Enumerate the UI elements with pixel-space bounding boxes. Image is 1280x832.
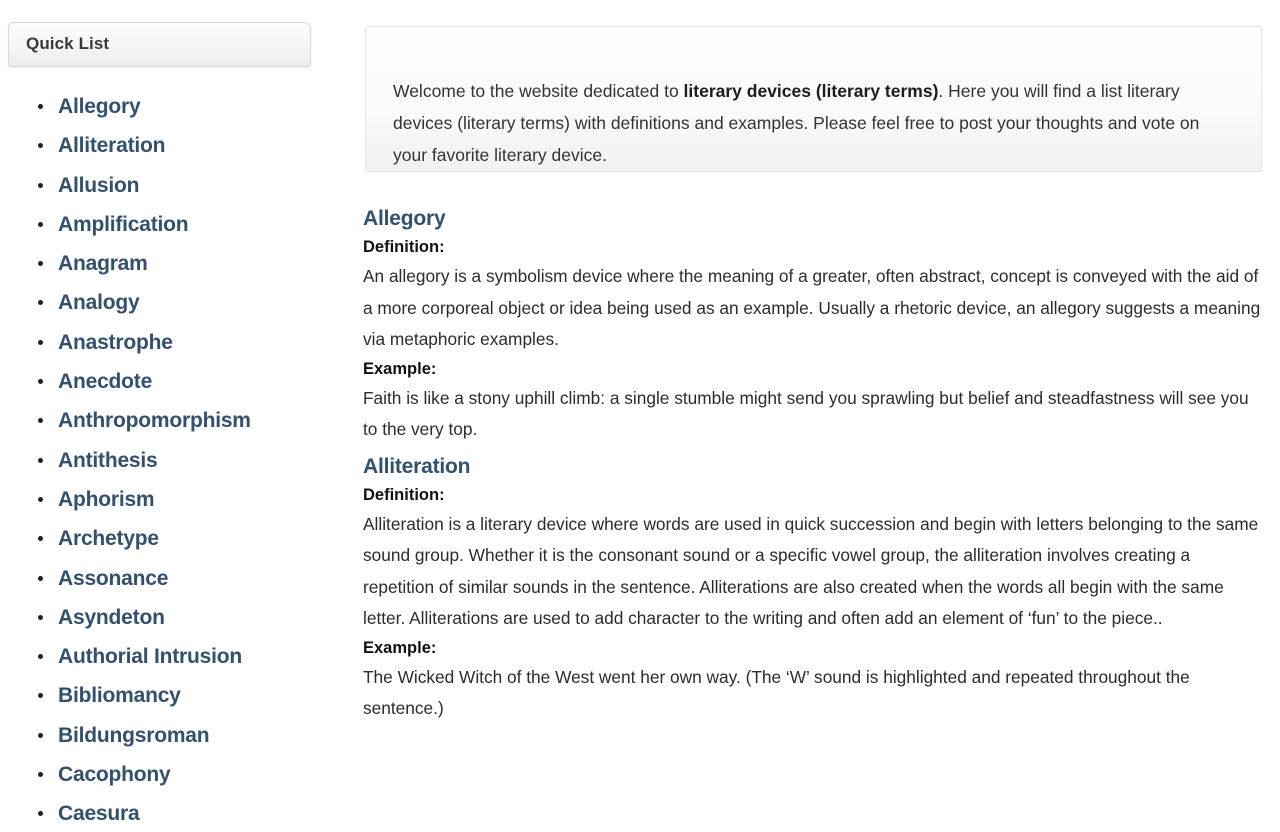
sidebar-item-assonance[interactable]: Assonance xyxy=(58,560,168,597)
page-title-alliteration: Alliteration xyxy=(363,454,471,478)
bullet-icon xyxy=(38,575,43,581)
sidebar-item-archetype[interactable]: Archetype xyxy=(58,520,159,557)
list-item[interactable]: Allegory xyxy=(0,88,330,127)
list-item[interactable]: Anagram xyxy=(0,245,330,284)
sidebar-item-anthropomorphism[interactable]: Anthropomorphism xyxy=(58,402,251,439)
sidebar-item-authorial-intrusion[interactable]: Authorial Intrusion xyxy=(58,638,242,675)
sidebar-item-bildungsroman[interactable]: Bildungsroman xyxy=(58,717,210,754)
quick-list: Allegory Alliteration Allusion Amplifica… xyxy=(0,88,330,832)
main-content: Welcome to the website dedicated to lite… xyxy=(345,0,1280,832)
example-text-alliteration: The Wicked Witch of the West went her ow… xyxy=(363,666,1190,719)
list-item[interactable]: Authorial Intrusion xyxy=(0,638,330,677)
sidebar-item-cacophony[interactable]: Cacophony xyxy=(58,756,171,793)
quick-list-header-panel: Quick List xyxy=(8,22,311,67)
list-item[interactable]: Antithesis xyxy=(0,442,330,481)
sidebar-item-anagram[interactable]: Anagram xyxy=(58,245,148,282)
definition-label-allegory: Definition: xyxy=(363,238,445,256)
list-item[interactable]: Allusion xyxy=(0,167,330,206)
list-item[interactable]: Anecdote xyxy=(0,363,330,402)
sidebar-item-antithesis[interactable]: Antithesis xyxy=(58,442,158,479)
sidebar-item-alliteration[interactable]: Alliteration xyxy=(58,127,165,164)
bullet-icon xyxy=(38,496,43,502)
bullet-icon xyxy=(38,418,43,424)
bullet-icon xyxy=(38,693,43,699)
list-item[interactable]: Alliteration xyxy=(0,127,330,166)
list-item[interactable]: Aphorism xyxy=(0,481,330,520)
example-label-alliteration: Example: xyxy=(363,638,437,657)
sidebar-item-anastrophe[interactable]: Anastrophe xyxy=(58,324,173,361)
quick-list-title: Quick List xyxy=(26,34,110,53)
welcome-text-emphasis: literary devices (literary terms) xyxy=(683,80,939,101)
bullet-icon xyxy=(38,732,43,738)
bullet-icon xyxy=(38,261,43,267)
sidebar-item-allegory[interactable]: Allegory xyxy=(58,88,141,125)
welcome-banner: Welcome to the website dedicated to lite… xyxy=(365,26,1262,172)
bullet-icon xyxy=(38,300,43,306)
page-title-allegory: Allegory xyxy=(363,207,446,230)
sidebar-item-aphorism[interactable]: Aphorism xyxy=(58,481,155,518)
bullet-icon xyxy=(38,143,43,149)
list-item[interactable]: Anastrophe xyxy=(0,324,330,363)
sidebar-item-bibliomancy[interactable]: Bibliomancy xyxy=(58,677,181,714)
sidebar-item-anecdote[interactable]: Anecdote xyxy=(58,363,152,400)
definition-label-alliteration: Definition: xyxy=(363,485,445,504)
bullet-icon xyxy=(38,536,43,542)
sidebar: Quick List Allegory Alliteration Allusio… xyxy=(0,0,345,832)
list-item[interactable]: Cacophony xyxy=(0,756,330,795)
list-item[interactable]: Anthropomorphism xyxy=(0,402,330,441)
sidebar-item-allusion[interactable]: Allusion xyxy=(58,167,139,204)
sidebar-item-asyndeton[interactable]: Asyndeton xyxy=(58,599,165,636)
list-item[interactable]: Archetype xyxy=(0,520,330,559)
bullet-icon xyxy=(38,811,43,817)
article: Allegory Definition: An allegory is a sy… xyxy=(363,204,1263,725)
welcome-text: Welcome to the website dedicated to lite… xyxy=(393,75,1231,171)
list-item[interactable]: Bildungsroman xyxy=(0,717,330,756)
definition-text-alliteration: Alliteration is a literary device where … xyxy=(363,513,1259,629)
bullet-icon xyxy=(38,182,43,188)
bullet-icon xyxy=(38,104,43,109)
bullet-icon xyxy=(38,379,43,385)
bullet-icon xyxy=(38,457,43,463)
list-item[interactable]: Bibliomancy xyxy=(0,677,330,716)
list-item[interactable]: Amplification xyxy=(0,206,330,245)
list-item[interactable]: Assonance xyxy=(0,560,330,599)
sidebar-item-analogy[interactable]: Analogy xyxy=(58,284,140,321)
list-item[interactable]: Caesura xyxy=(0,795,330,832)
bullet-icon xyxy=(38,614,43,620)
list-item[interactable]: Analogy xyxy=(0,284,330,323)
definition-text-allegory: An allegory is a symbolism device where … xyxy=(363,266,1261,349)
sidebar-item-caesura[interactable]: Caesura xyxy=(58,795,140,832)
list-item[interactable]: Asyndeton xyxy=(0,599,330,638)
bullet-icon xyxy=(38,654,43,660)
bullet-icon xyxy=(38,339,43,345)
example-label-allegory: Example: xyxy=(363,359,437,378)
bullet-icon xyxy=(38,221,43,227)
welcome-text-part1: Welcome to the website dedicated to xyxy=(393,80,684,101)
example-text-allegory: Faith is like a stony uphill climb: a si… xyxy=(363,387,1249,440)
bullet-icon xyxy=(38,772,43,778)
page-root: Quick List Allegory Alliteration Allusio… xyxy=(0,0,1280,832)
sidebar-item-amplification[interactable]: Amplification xyxy=(58,206,189,243)
